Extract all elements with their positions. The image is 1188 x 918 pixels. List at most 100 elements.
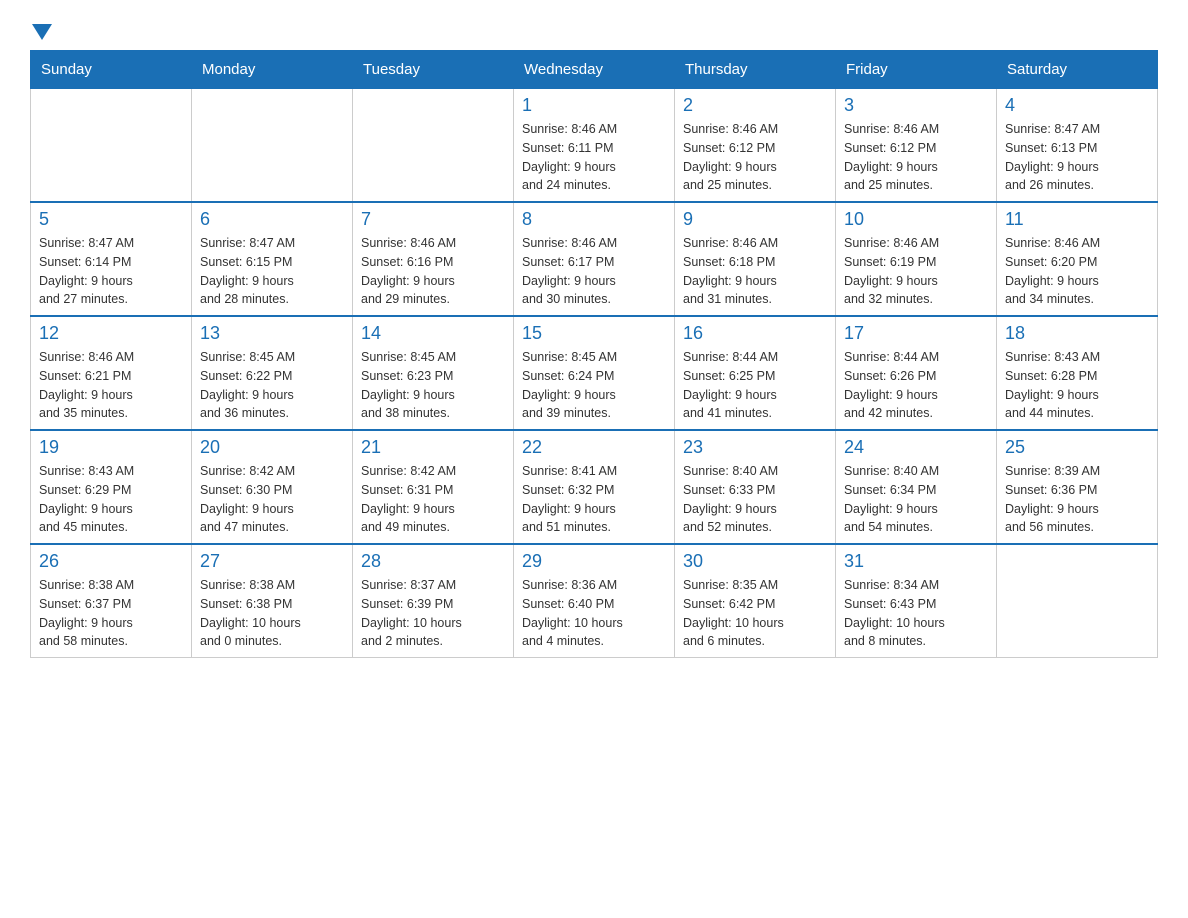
calendar-cell: 30 Sunrise: 8:35 AM Sunset: 6:42 PM Dayli…	[675, 544, 836, 658]
weekday-header-monday: Monday	[192, 51, 353, 89]
day-info: Sunrise: 8:41 AM Sunset: 6:32 PM Dayligh…	[522, 462, 666, 537]
calendar-week-row: 1 Sunrise: 8:46 AM Sunset: 6:11 PM Daylig…	[31, 89, 1158, 203]
weekday-header-saturday: Saturday	[997, 51, 1158, 89]
logo-triangle-icon	[32, 24, 52, 40]
calendar-cell	[353, 89, 514, 203]
calendar-cell: 5 Sunrise: 8:47 AM Sunset: 6:14 PM Daylig…	[31, 202, 192, 316]
calendar-cell: 13 Sunrise: 8:45 AM Sunset: 6:22 PM Dayli…	[192, 316, 353, 430]
day-number: 10	[844, 209, 988, 230]
calendar-cell: 16 Sunrise: 8:44 AM Sunset: 6:25 PM Dayli…	[675, 316, 836, 430]
calendar-cell: 29 Sunrise: 8:36 AM Sunset: 6:40 PM Dayli…	[514, 544, 675, 658]
day-info: Sunrise: 8:46 AM Sunset: 6:16 PM Dayligh…	[361, 234, 505, 309]
day-info: Sunrise: 8:38 AM Sunset: 6:37 PM Dayligh…	[39, 576, 183, 651]
calendar-cell: 6 Sunrise: 8:47 AM Sunset: 6:15 PM Daylig…	[192, 202, 353, 316]
day-info: Sunrise: 8:45 AM Sunset: 6:22 PM Dayligh…	[200, 348, 344, 423]
day-number: 8	[522, 209, 666, 230]
day-info: Sunrise: 8:46 AM Sunset: 6:18 PM Dayligh…	[683, 234, 827, 309]
calendar-cell: 1 Sunrise: 8:46 AM Sunset: 6:11 PM Daylig…	[514, 89, 675, 203]
day-info: Sunrise: 8:47 AM Sunset: 6:14 PM Dayligh…	[39, 234, 183, 309]
calendar-cell: 14Sunrise: 8:45 AM Sunset: 6:23 PM Dayli…	[353, 316, 514, 430]
weekday-header-tuesday: Tuesday	[353, 51, 514, 89]
day-info: Sunrise: 8:37 AM Sunset: 6:39 PM Dayligh…	[361, 576, 505, 651]
day-info: Sunrise: 8:43 AM Sunset: 6:28 PM Dayligh…	[1005, 348, 1149, 423]
weekday-header-sunday: Sunday	[31, 51, 192, 89]
day-number: 21	[361, 437, 505, 458]
day-number: 17	[844, 323, 988, 344]
day-info: Sunrise: 8:42 AM Sunset: 6:31 PM Dayligh…	[361, 462, 505, 537]
calendar-cell: 27 Sunrise: 8:38 AM Sunset: 6:38 PM Dayli…	[192, 544, 353, 658]
calendar-cell: 19 Sunrise: 8:43 AM Sunset: 6:29 PM Dayli…	[31, 430, 192, 544]
day-info: Sunrise: 8:46 AM Sunset: 6:12 PM Dayligh…	[683, 120, 827, 195]
calendar-cell: 25 Sunrise: 8:39 AM Sunset: 6:36 PM Dayli…	[997, 430, 1158, 544]
day-info: Sunrise: 8:46 AM Sunset: 6:11 PM Dayligh…	[522, 120, 666, 195]
day-number: 22	[522, 437, 666, 458]
weekday-header-friday: Friday	[836, 51, 997, 89]
day-info: Sunrise: 8:46 AM Sunset: 6:21 PM Dayligh…	[39, 348, 183, 423]
day-number: 16	[683, 323, 827, 344]
calendar-table: SundayMondayTuesdayWednesdayThursdayFrid…	[30, 50, 1158, 658]
day-info: Sunrise: 8:34 AM Sunset: 6:43 PM Dayligh…	[844, 576, 988, 651]
day-number: 25	[1005, 437, 1149, 458]
day-number: 31	[844, 551, 988, 572]
calendar-week-row: 12 Sunrise: 8:46 AM Sunset: 6:21 PM Dayli…	[31, 316, 1158, 430]
day-info: Sunrise: 8:39 AM Sunset: 6:36 PM Dayligh…	[1005, 462, 1149, 537]
calendar-cell: 22 Sunrise: 8:41 AM Sunset: 6:32 PM Dayli…	[514, 430, 675, 544]
calendar-cell: 11Sunrise: 8:46 AM Sunset: 6:20 PM Dayli…	[997, 202, 1158, 316]
day-info: Sunrise: 8:46 AM Sunset: 6:12 PM Dayligh…	[844, 120, 988, 195]
calendar-cell	[192, 89, 353, 203]
calendar-cell	[31, 89, 192, 203]
day-number: 28	[361, 551, 505, 572]
calendar-cell: 2 Sunrise: 8:46 AM Sunset: 6:12 PM Daylig…	[675, 89, 836, 203]
day-info: Sunrise: 8:36 AM Sunset: 6:40 PM Dayligh…	[522, 576, 666, 651]
calendar-cell: 28 Sunrise: 8:37 AM Sunset: 6:39 PM Dayli…	[353, 544, 514, 658]
day-number: 27	[200, 551, 344, 572]
day-number: 6	[200, 209, 344, 230]
day-info: Sunrise: 8:40 AM Sunset: 6:34 PM Dayligh…	[844, 462, 988, 537]
day-info: Sunrise: 8:46 AM Sunset: 6:17 PM Dayligh…	[522, 234, 666, 309]
calendar-header-row: SundayMondayTuesdayWednesdayThursdayFrid…	[31, 51, 1158, 89]
day-info: Sunrise: 8:47 AM Sunset: 6:13 PM Dayligh…	[1005, 120, 1149, 195]
day-number: 2	[683, 95, 827, 116]
day-info: Sunrise: 8:47 AM Sunset: 6:15 PM Dayligh…	[200, 234, 344, 309]
calendar-week-row: 5 Sunrise: 8:47 AM Sunset: 6:14 PM Daylig…	[31, 202, 1158, 316]
day-number: 15	[522, 323, 666, 344]
day-info: Sunrise: 8:43 AM Sunset: 6:29 PM Dayligh…	[39, 462, 183, 537]
day-info: Sunrise: 8:35 AM Sunset: 6:42 PM Dayligh…	[683, 576, 827, 651]
day-number: 23	[683, 437, 827, 458]
calendar-week-row: 26 Sunrise: 8:38 AM Sunset: 6:37 PM Dayli…	[31, 544, 1158, 658]
day-number: 19	[39, 437, 183, 458]
logo	[30, 20, 52, 40]
day-number: 5	[39, 209, 183, 230]
day-number: 30	[683, 551, 827, 572]
day-number: 29	[522, 551, 666, 572]
calendar-cell: 10 Sunrise: 8:46 AM Sunset: 6:19 PM Dayli…	[836, 202, 997, 316]
calendar-cell: 9 Sunrise: 8:46 AM Sunset: 6:18 PM Daylig…	[675, 202, 836, 316]
day-info: Sunrise: 8:46 AM Sunset: 6:19 PM Dayligh…	[844, 234, 988, 309]
calendar-cell: 7Sunrise: 8:46 AM Sunset: 6:16 PM Daylig…	[353, 202, 514, 316]
day-number: 13	[200, 323, 344, 344]
calendar-cell: 3 Sunrise: 8:46 AM Sunset: 6:12 PM Daylig…	[836, 89, 997, 203]
day-info: Sunrise: 8:42 AM Sunset: 6:30 PM Dayligh…	[200, 462, 344, 537]
calendar-cell: 4 Sunrise: 8:47 AM Sunset: 6:13 PM Daylig…	[997, 89, 1158, 203]
day-info: Sunrise: 8:40 AM Sunset: 6:33 PM Dayligh…	[683, 462, 827, 537]
day-info: Sunrise: 8:38 AM Sunset: 6:38 PM Dayligh…	[200, 576, 344, 651]
day-number: 11	[1005, 209, 1149, 230]
day-number: 26	[39, 551, 183, 572]
calendar-cell: 15Sunrise: 8:45 AM Sunset: 6:24 PM Dayli…	[514, 316, 675, 430]
calendar-cell: 8 Sunrise: 8:46 AM Sunset: 6:17 PM Daylig…	[514, 202, 675, 316]
day-number: 4	[1005, 95, 1149, 116]
calendar-cell: 21 Sunrise: 8:42 AM Sunset: 6:31 PM Dayli…	[353, 430, 514, 544]
day-info: Sunrise: 8:44 AM Sunset: 6:25 PM Dayligh…	[683, 348, 827, 423]
calendar-cell: 17 Sunrise: 8:44 AM Sunset: 6:26 PM Dayli…	[836, 316, 997, 430]
weekday-header-thursday: Thursday	[675, 51, 836, 89]
day-number: 20	[200, 437, 344, 458]
day-number: 24	[844, 437, 988, 458]
day-number: 1	[522, 95, 666, 116]
day-number: 3	[844, 95, 988, 116]
day-number: 14	[361, 323, 505, 344]
page-header	[30, 20, 1158, 40]
day-info: Sunrise: 8:44 AM Sunset: 6:26 PM Dayligh…	[844, 348, 988, 423]
day-number: 9	[683, 209, 827, 230]
day-number: 12	[39, 323, 183, 344]
calendar-cell: 24 Sunrise: 8:40 AM Sunset: 6:34 PM Dayli…	[836, 430, 997, 544]
